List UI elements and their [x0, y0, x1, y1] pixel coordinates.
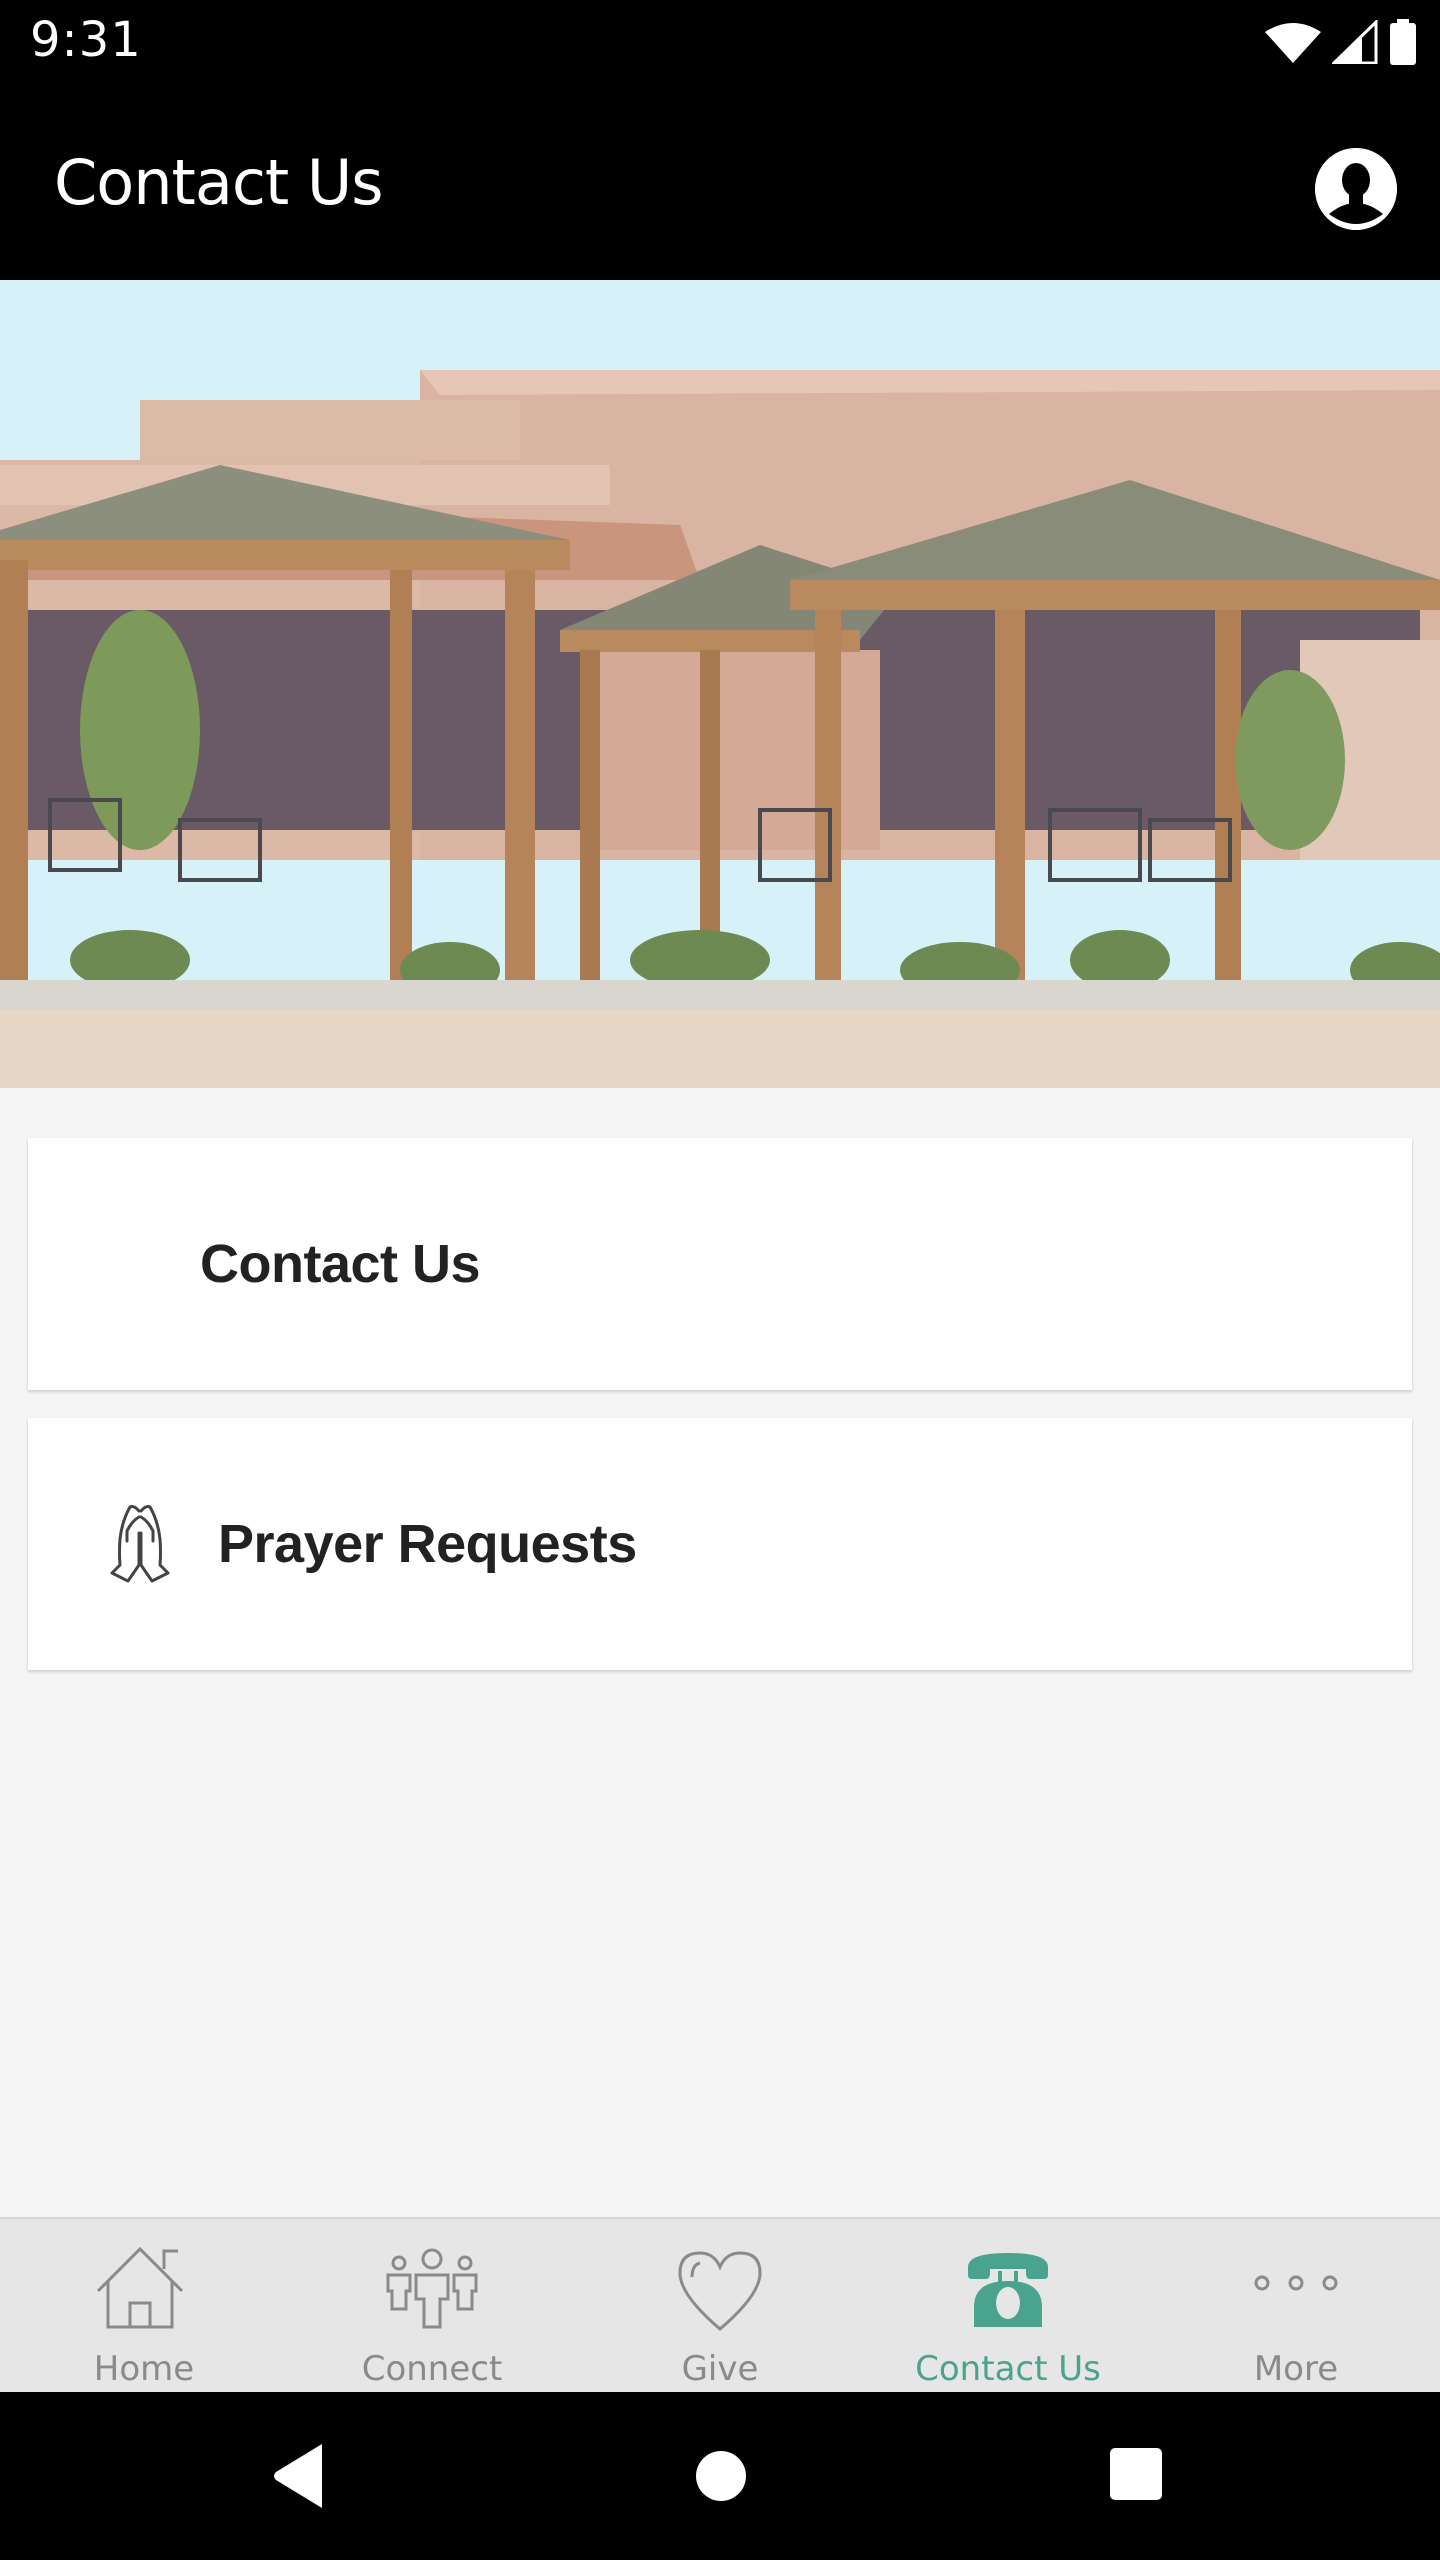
telephone-icon — [968, 2253, 1048, 2327]
home-button-icon[interactable] — [694, 2442, 748, 2510]
nav-item-contact-us[interactable]: Contact Us — [864, 2219, 1152, 2392]
hero-image — [0, 280, 1440, 1088]
praying-hands-icon — [110, 1505, 170, 1583]
prayer-requests-card[interactable]: Prayer Requests — [28, 1418, 1412, 1670]
nav-item-more[interactable]: More — [1152, 2219, 1440, 2392]
wifi-icon — [1265, 23, 1321, 63]
app-bar: Contact Us — [0, 80, 1440, 280]
nav-item-connect[interactable]: Connect — [288, 2219, 576, 2392]
contact-us-card[interactable]: Contact Us — [28, 1138, 1412, 1390]
system-navigation-bar — [0, 2392, 1440, 2560]
more-dots-icon — [1254, 2275, 1338, 2291]
account-circle-icon — [1315, 148, 1397, 230]
heart-icon — [678, 2251, 762, 2331]
bottom-navigation: Home Connect Give Contact Us More — [0, 2217, 1440, 2392]
people-icon — [386, 2248, 478, 2329]
cell-signal-icon — [1332, 20, 1378, 64]
card-label: Prayer Requests — [218, 1514, 637, 1574]
card-label: Contact Us — [200, 1234, 481, 1294]
nav-item-give[interactable]: Give — [576, 2219, 864, 2392]
profile-button[interactable] — [1315, 148, 1397, 230]
nav-label: Give — [681, 2349, 759, 2389]
nav-label: Contact Us — [915, 2349, 1101, 2389]
status-time: 9:31 — [30, 12, 142, 68]
battery-icon — [1390, 19, 1416, 65]
page-title: Contact Us — [54, 146, 384, 219]
back-icon[interactable] — [270, 2442, 330, 2510]
nav-item-home[interactable]: Home — [0, 2219, 288, 2392]
status-bar: 9:31 — [0, 0, 1440, 80]
home-icon — [96, 2247, 184, 2329]
status-icons — [1264, 19, 1418, 65]
nav-label: Connect — [361, 2349, 503, 2389]
recents-icon[interactable] — [1108, 2442, 1164, 2510]
nav-label: Home — [93, 2349, 195, 2389]
nav-label: More — [1253, 2349, 1339, 2389]
